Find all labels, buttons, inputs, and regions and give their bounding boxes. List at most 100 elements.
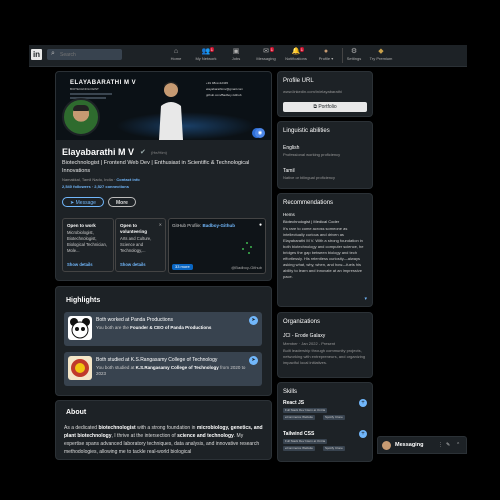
about-text: As a dedicated biotechnologist with a st…	[64, 425, 263, 455]
profile-url[interactable]: www.linkedin.com/in/elayabarathi	[283, 89, 342, 94]
highlights-title: Highlights	[66, 297, 101, 304]
skill-name[interactable]: React JS	[283, 400, 304, 406]
github-handle: @Badboy-Github	[231, 265, 262, 270]
college-logo-icon	[68, 356, 92, 380]
nav-profile[interactable]: ● Profile ▾	[311, 47, 341, 65]
more-badge[interactable]: 33 more	[172, 264, 193, 270]
github-profile-card[interactable]: GitHub Profile: Badboy-Github ● 33 more …	[168, 218, 266, 274]
nav-notifications[interactable]: 🔔 1 Notifications	[281, 47, 311, 65]
arrow-right-icon[interactable]: ➤	[249, 316, 258, 325]
arrow-right-icon[interactable]: ➤	[249, 356, 258, 365]
nav-jobs[interactable]: ▣ Jobs	[221, 47, 251, 65]
recommendations-title: Recommendations	[283, 200, 334, 206]
add-skill-icon[interactable]: +	[359, 399, 367, 407]
recommendations-card: Recommendations Hems Biotechnologist | M…	[277, 193, 373, 307]
recommender-name[interactable]: Hems	[283, 212, 295, 217]
notification-badge: 1	[269, 47, 274, 52]
portfolio-button[interactable]: ⧉ Portfolio	[283, 102, 367, 112]
chevron-up-icon[interactable]: ⌃	[456, 442, 460, 448]
languages-card: Linguistic abilities English Professiona…	[277, 121, 373, 189]
language-name: English	[283, 145, 300, 151]
about-title: About	[66, 409, 87, 416]
profile-url-title: Profile URL	[283, 78, 314, 84]
avatar	[382, 441, 391, 450]
skill-chip[interactable]: Full Stack Dev Intern at Ontria	[283, 439, 328, 444]
banner-subtitle: BIOTECHNOLOGIST	[70, 87, 99, 91]
add-skill-icon[interactable]: +	[359, 430, 367, 438]
skill-chip[interactable]: eCommerce Website	[283, 446, 315, 451]
nav-my-network[interactable]: 👥 1 My Network	[191, 47, 221, 65]
show-details-link[interactable]: Show details	[67, 262, 93, 267]
recommendation-text: It's rare to come across someone as inte…	[283, 226, 364, 279]
home-icon: ⌂	[173, 48, 179, 55]
organizations-title: Organizations	[283, 319, 321, 325]
jobs-icon: ▣	[232, 48, 240, 55]
language-level: Professional working proficiency	[283, 152, 341, 157]
skill-chip[interactable]: Spotify Clone	[323, 415, 345, 420]
organizations-card: Organizations JCI - Erode Galaxy Member …	[277, 312, 373, 378]
close-icon[interactable]: ✕	[159, 222, 162, 227]
search-input[interactable]	[60, 50, 118, 59]
skill-chip[interactable]: Full Stack Dev Intern at Ontria	[283, 408, 328, 413]
about-card: About As a dedicated biotechnologist wit…	[55, 400, 272, 460]
pronouns: (He/Him)	[151, 150, 167, 155]
avatar-hair	[73, 105, 89, 111]
github-icon: ●	[258, 222, 262, 228]
profile-card: ELAYABARATHI M V BIOTECHNOLOGIST +91 98x…	[55, 71, 272, 281]
messaging-bar[interactable]: Messaging ⋮ ✎ ⌃	[377, 436, 467, 454]
language-name: Tamil	[283, 168, 295, 174]
gear-icon: ⚙	[350, 48, 358, 55]
network-icon: 👥	[201, 48, 211, 55]
contact-info-link[interactable]: Contact info	[116, 177, 139, 182]
highlight-item[interactable]: Both worked at Panda Productions You bot…	[64, 312, 262, 346]
panda-logo-icon	[68, 316, 92, 340]
notification-badge: 1	[299, 47, 304, 52]
compose-icon[interactable]: ✎	[446, 442, 450, 448]
messaging-icon: ✉	[263, 48, 269, 55]
open-to-work-card[interactable]: Open to work Microbiologist, Biotechnolo…	[62, 218, 114, 272]
highlights-card: Highlights Both worked at Panda Producti…	[55, 286, 272, 396]
profile-name: Elayabarathi M V	[62, 147, 135, 157]
org-description: Built leadership through community proje…	[283, 348, 366, 365]
banner-glow	[116, 112, 256, 140]
premium-icon: ◆	[378, 48, 384, 55]
nav-settings[interactable]: ⚙ Settings	[339, 47, 369, 65]
banner-person-image	[159, 81, 183, 140]
more-button[interactable]: More	[108, 197, 136, 207]
languages-title: Linguistic abilities	[283, 128, 330, 134]
language-level: Native or bilingual proficiency	[283, 175, 336, 180]
avatar-icon: ●	[323, 48, 329, 55]
search-icon: ⌕	[51, 50, 55, 57]
nav-try-premium[interactable]: ◆ Try Premium	[366, 47, 396, 65]
skill-name[interactable]: Tailwind CSS	[283, 431, 314, 437]
more-options-icon[interactable]: ⋮	[438, 442, 443, 448]
skills-card: Skills React JS + Full Stack Dev Intern …	[277, 382, 373, 462]
recommender-role: Biotechnologist | Medical Coder	[283, 219, 340, 224]
skill-chip[interactable]: eCommerce Website	[283, 415, 315, 420]
show-details-link[interactable]: Show details	[120, 262, 146, 267]
top-nav: in ⌕ ⌂Home 👥1My Network ▣Jobs ✉1Messagin…	[29, 45, 467, 67]
nav-messaging[interactable]: ✉ 1 Messaging	[251, 47, 281, 65]
skill-chip[interactable]: Spotify Clone	[323, 446, 345, 451]
bell-icon: 🔔	[291, 48, 301, 55]
chevron-down-icon[interactable]: ▾	[364, 296, 367, 302]
linkedin-logo-icon[interactable]: in	[31, 49, 42, 60]
messaging-label: Messaging	[395, 442, 424, 448]
banner-text-line	[70, 93, 112, 95]
connections-link[interactable]: 2,540 followers · 2,527 connections	[62, 184, 129, 189]
open-to-volunteering-card[interactable]: Open to volunteering Arts and Culture, S…	[115, 218, 166, 272]
org-dates: Member · Jan 2022 - Present	[283, 341, 336, 346]
profile-headline: Biotechnologist | Frontend Web Dev | Ent…	[62, 160, 250, 174]
profile-url-card: Profile URL www.linkedin.com/in/elayabar…	[277, 71, 373, 117]
avatar[interactable]	[62, 98, 100, 136]
nav-home[interactable]: ⌂ Home	[161, 47, 191, 65]
skills-title: Skills	[283, 389, 298, 395]
github-graph-image	[242, 242, 252, 254]
highlight-item[interactable]: Both studied at K.S.Rangasamy College of…	[64, 352, 262, 386]
camera-icon[interactable]: ◉	[255, 128, 265, 138]
notification-badge: 1	[209, 47, 214, 52]
search-box[interactable]: ⌕	[47, 49, 122, 60]
verified-icon[interactable]: ✔	[140, 148, 146, 156]
org-name: JCI - Erode Galaxy	[283, 333, 326, 339]
message-button[interactable]: ➤ Message	[62, 197, 104, 207]
